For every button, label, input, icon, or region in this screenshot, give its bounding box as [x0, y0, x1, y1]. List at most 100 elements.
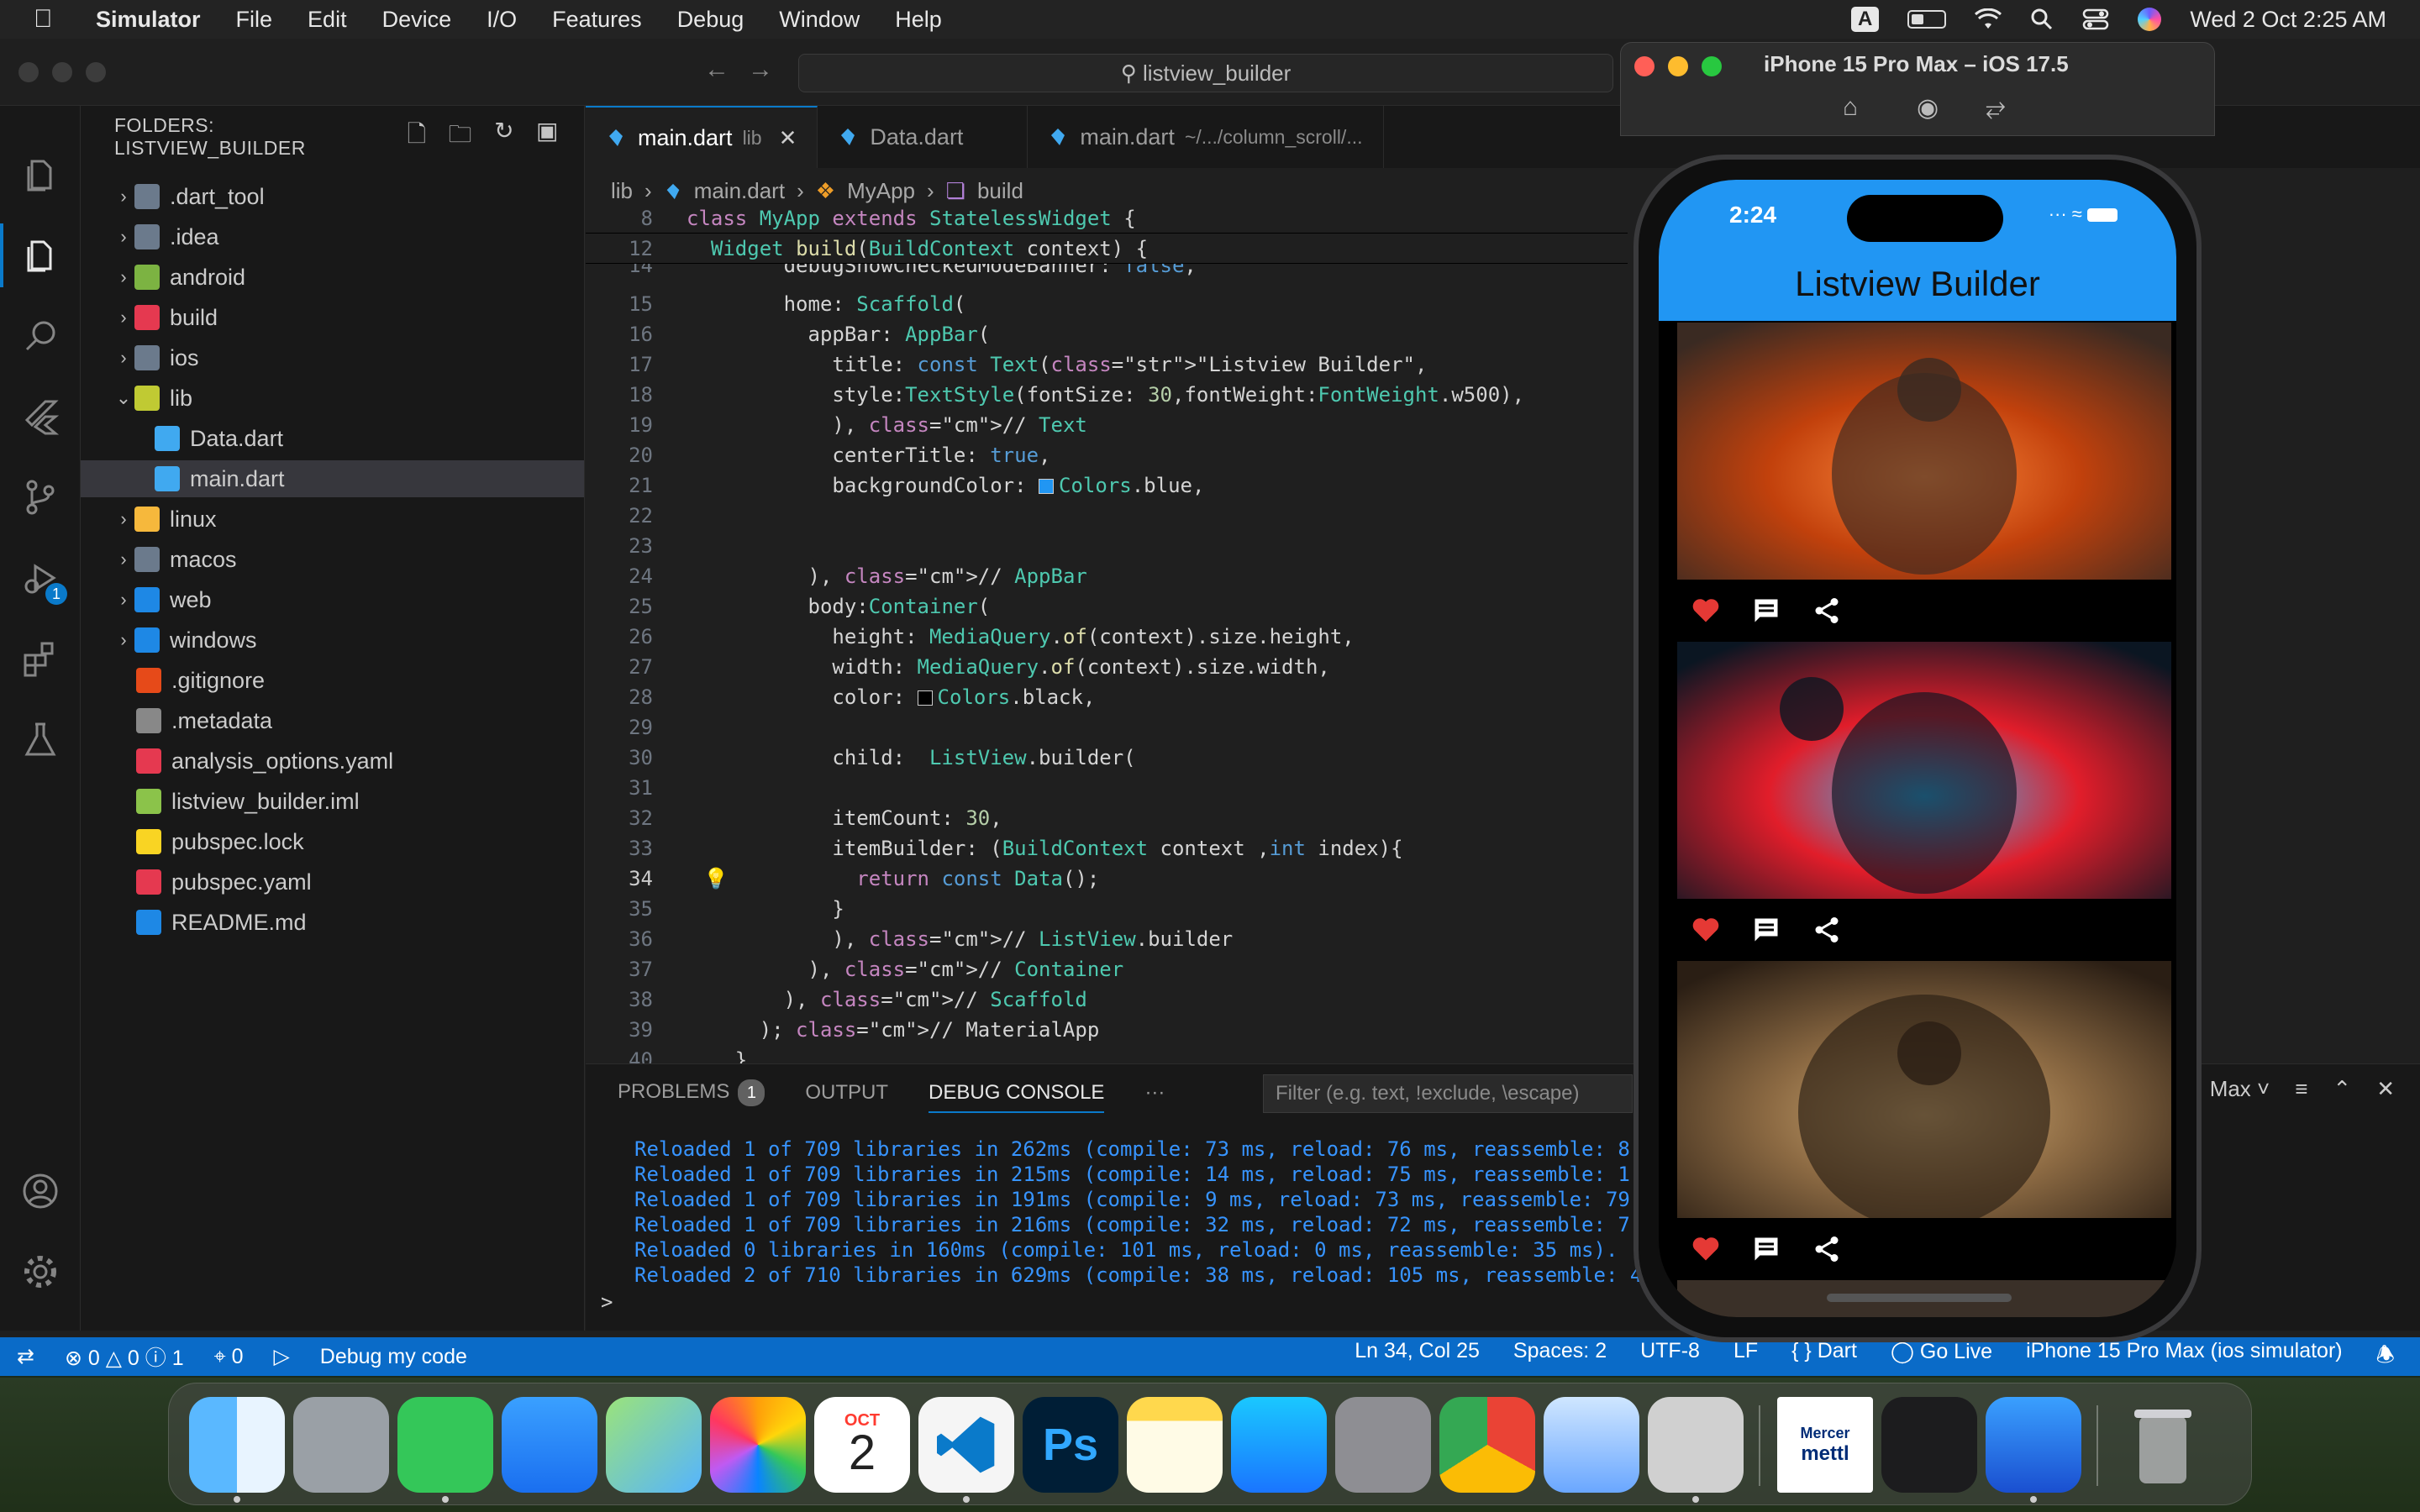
back-arrow-icon[interactable]: ←: [704, 55, 729, 84]
siri-icon[interactable]: [2138, 8, 2162, 31]
list-item-card[interactable]: [1677, 323, 2171, 642]
tree-item[interactable]: › linux: [81, 501, 584, 538]
tree-item[interactable]: ⌄ lib: [81, 380, 584, 417]
activity-monitor-icon[interactable]: [1881, 1397, 1977, 1493]
panel-tab-output[interactable]: OUTPUT: [805, 1081, 888, 1105]
go-live-button[interactable]: ◯ Go Live: [1891, 1339, 1992, 1375]
code-line[interactable]: 32 itemCount: 30,: [586, 803, 1628, 833]
code-editor[interactable]: 8 class MyApp extends StatelessWidget {12…: [586, 203, 1628, 1067]
panel-tab-debug-console[interactable]: DEBUG CONSOLE: [929, 1081, 1105, 1113]
menu-help[interactable]: Help: [895, 7, 942, 33]
source-control-icon[interactable]: [20, 477, 60, 517]
control-center-icon[interactable]: [2082, 8, 2109, 31]
breadcrumb-lib[interactable]: lib: [611, 178, 633, 204]
code-line[interactable]: 20 centerTitle: true,: [586, 440, 1628, 470]
home-icon[interactable]: ⌂: [1843, 93, 1858, 122]
trash-icon[interactable]: [2115, 1397, 2211, 1493]
account-icon[interactable]: [20, 1171, 60, 1211]
tree-item[interactable]: listview_builder.iml: [81, 783, 584, 820]
code-line[interactable]: 35 }: [586, 894, 1628, 924]
chevron-right-icon[interactable]: ›: [113, 629, 134, 651]
comment-icon[interactable]: [1751, 915, 1781, 945]
code-line[interactable]: 39 ); class="cm">// MaterialApp: [586, 1015, 1628, 1045]
close-panel-icon[interactable]: ✕: [2376, 1076, 2395, 1102]
photoshop-icon[interactable]: Ps: [1023, 1397, 1118, 1493]
chevron-right-icon[interactable]: ›: [113, 186, 134, 207]
extensions-icon[interactable]: [20, 638, 60, 679]
vscode-icon[interactable]: [918, 1397, 1014, 1493]
problems-status[interactable]: ⊗ 0 △ 0 ⓘ 1: [65, 1341, 184, 1372]
code-line[interactable]: 30 child: ListView.builder(: [586, 743, 1628, 773]
code-line[interactable]: 💡 34 return const Data();: [586, 864, 1628, 894]
tab-main-dart-lib[interactable]: main.dart lib ✕: [586, 106, 818, 168]
breadcrumb-myapp[interactable]: MyApp: [847, 178, 915, 204]
window-close-button[interactable]: [18, 62, 39, 82]
code-line[interactable]: 27 width: MediaQuery.of(context).size.wi…: [586, 652, 1628, 682]
chevron-right-icon[interactable]: ›: [113, 226, 134, 248]
share-icon[interactable]: [1812, 596, 1842, 626]
code-line[interactable]: 37 ), class="cm">// Container: [586, 954, 1628, 984]
tree-item[interactable]: pubspec.lock: [81, 823, 584, 860]
messages-icon[interactable]: [397, 1397, 493, 1493]
clear-console-icon[interactable]: ≡: [2295, 1076, 2307, 1102]
code-line[interactable]: 18 style:TextStyle(fontSize: 30,fontWeig…: [586, 380, 1628, 410]
menu-debug[interactable]: Debug: [677, 7, 744, 33]
code-line[interactable]: 19 ), class="cm">// Text: [586, 410, 1628, 440]
tree-item[interactable]: › ios: [81, 339, 584, 376]
code-line[interactable]: 17 title: const Text(class="str">"Listvi…: [586, 349, 1628, 380]
new-folder-icon[interactable]: 🗀: [449, 117, 473, 157]
maps-icon[interactable]: [606, 1397, 702, 1493]
tree-item[interactable]: › windows: [81, 622, 584, 659]
code-line[interactable]: 33 itemBuilder: (BuildContext context ,i…: [586, 833, 1628, 864]
mail-icon[interactable]: [502, 1397, 597, 1493]
code-line[interactable]: 29: [586, 712, 1628, 743]
code-line[interactable]: 16 appBar: AppBar(: [586, 319, 1628, 349]
panel-more-icon[interactable]: ···: [1144, 1081, 1165, 1105]
ports-status[interactable]: ⌖ 0: [214, 1345, 244, 1369]
mercer-mettl-icon[interactable]: Mercer mettl: [1777, 1397, 1873, 1493]
card-image-running-man-car-explosion[interactable]: [1677, 323, 2171, 580]
tab-main-dart-column-scroll[interactable]: main.dart ~/.../column_scroll/...: [1028, 106, 1384, 168]
settings-gear-icon[interactable]: [20, 1252, 60, 1292]
refresh-icon[interactable]: ↻: [494, 117, 514, 157]
tree-item[interactable]: main.dart: [81, 460, 584, 497]
flutter-icon[interactable]: [20, 396, 60, 437]
preview-icon[interactable]: [1544, 1397, 1639, 1493]
code-line[interactable]: 28 color: Colors.black,: [586, 682, 1628, 712]
explorer-active-icon[interactable]: [0, 223, 60, 287]
apple-menu-icon[interactable]: : [34, 5, 67, 34]
console-prompt[interactable]: >: [601, 1288, 613, 1316]
sim-close-button[interactable]: [1634, 56, 1655, 76]
menu-edit[interactable]: Edit: [308, 7, 347, 33]
command-center-search[interactable]: ⚲ listview_builder: [798, 54, 1613, 92]
tree-item[interactable]: pubspec.yaml: [81, 864, 584, 900]
sticky-scroll-line[interactable]: 12 Widget build(BuildContext context) {: [586, 234, 1628, 264]
code-line[interactable]: 22: [586, 501, 1628, 531]
chevron-right-icon[interactable]: ›: [113, 549, 134, 570]
window-zoom-button[interactable]: [86, 62, 106, 82]
lightbulb-icon[interactable]: 💡: [703, 864, 729, 894]
heart-icon[interactable]: [1691, 596, 1721, 626]
launchpad-icon[interactable]: [293, 1397, 389, 1493]
wifi-icon[interactable]: [1975, 8, 2002, 30]
testing-flask-icon[interactable]: [20, 719, 60, 759]
tree-item[interactable]: › .dart_tool: [81, 178, 584, 215]
battery-icon[interactable]: [1907, 10, 1947, 29]
tree-item[interactable]: .metadata: [81, 702, 584, 739]
chevron-right-icon[interactable]: ›: [113, 589, 134, 611]
run-debug-icon[interactable]: 1: [20, 558, 67, 605]
list-item-card[interactable]: [1677, 961, 2171, 1280]
window-minimize-button[interactable]: [52, 62, 72, 82]
tab-data-dart[interactable]: Data.dart: [818, 106, 1028, 168]
code-line[interactable]: 21 backgroundColor: Colors.blue,: [586, 470, 1628, 501]
heart-icon[interactable]: [1691, 915, 1721, 945]
language-mode[interactable]: { } Dart: [1791, 1339, 1857, 1375]
code-line[interactable]: 31: [586, 773, 1628, 803]
card-image-soldiers-neon-street[interactable]: [1677, 642, 2171, 899]
notifications-bell-icon[interactable]: 🕭: [2376, 1339, 2395, 1375]
sim-zoom-button[interactable]: [1702, 56, 1722, 76]
color-swatch-black[interactable]: [917, 690, 933, 706]
menu-io[interactable]: I/O: [487, 7, 517, 33]
filter-dropdown[interactable]: Max ˅: [2210, 1076, 2270, 1102]
file-encoding[interactable]: UTF-8: [1640, 1339, 1700, 1375]
